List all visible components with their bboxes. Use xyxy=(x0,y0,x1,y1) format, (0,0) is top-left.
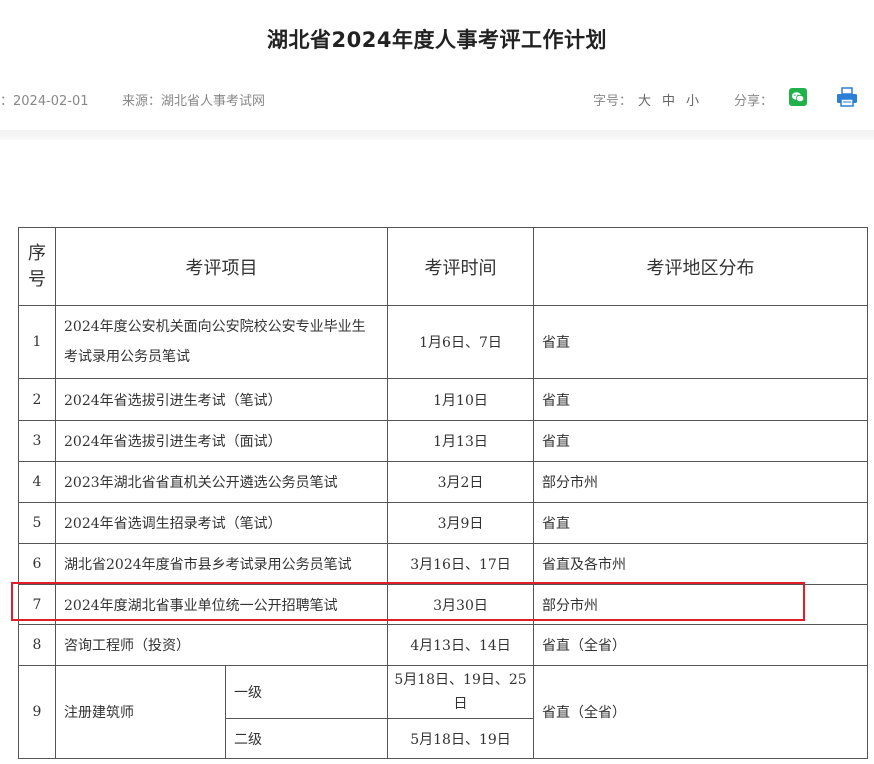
cell-seq: 1 xyxy=(18,305,56,379)
publish-date: ：2024-02-01 xyxy=(0,94,89,109)
exam-plan-table: 序号 考评项目 考评时间 考评地区分布 1 2024年度公安机关面向公安院校公安… xyxy=(18,227,868,759)
header-time: 考评时间 xyxy=(387,227,534,306)
header-divider xyxy=(0,130,874,140)
cell-time: 1月6日、7日 xyxy=(387,305,534,379)
cell-item: 2024年省选拔引进生考试（笔试） xyxy=(55,378,388,421)
cell-seq: 7 xyxy=(18,584,56,625)
cell-item: 注册建筑师 xyxy=(55,665,226,759)
table-row: 1 2024年度公安机关面向公安院校公安专业毕业生考试录用公务员笔试 1月6日、… xyxy=(18,305,868,379)
table-row: 6 湖北省2024年度省市县乡考试录用公务员笔试 3月16日、17日 省直及各市… xyxy=(18,543,868,585)
font-size-small-button[interactable]: 小 xyxy=(686,90,699,109)
table-row: 5 2024年省选调生招录考试（笔试） 3月9日 省直 xyxy=(18,502,868,544)
table-row-highlighted: 7 2024年度湖北省事业单位统一公开招聘笔试 3月30日 部分市州 xyxy=(18,584,868,625)
header-seq: 序号 xyxy=(18,227,56,306)
cell-seq: 3 xyxy=(18,420,56,462)
cell-time: 3月9日 xyxy=(387,502,534,544)
font-size-medium-button[interactable]: 中 xyxy=(662,90,675,109)
page-title: 湖北省2024年度人事考评工作计划 xyxy=(267,28,607,52)
cell-region: 省直 xyxy=(533,502,868,544)
cell-seq: 6 xyxy=(18,543,56,585)
cell-item: 咨询工程师（投资） xyxy=(55,624,388,666)
share-label: 分享： xyxy=(734,94,774,109)
cell-item: 2023年湖北省省直机关公开遴选公务员笔试 xyxy=(55,461,388,503)
cell-region: 省直（全省） xyxy=(533,665,868,759)
table-row: 9 注册建筑师 一级 5月18日、19日、25日 省直（全省） xyxy=(18,665,868,759)
font-size-label: 字号： xyxy=(593,94,633,109)
cell-seq: 8 xyxy=(18,624,56,666)
table-row: 8 咨询工程师（投资） 4月13日、14日 省直（全省） xyxy=(18,624,868,666)
cell-time: 3月16日、17日 xyxy=(387,543,534,585)
wechat-share-icon[interactable] xyxy=(789,88,807,106)
cell-item: 2024年省选拔引进生考试（面试） xyxy=(55,420,388,462)
cell-time: 1月13日 xyxy=(387,420,534,462)
cell-seq: 4 xyxy=(18,461,56,503)
cell-item: 2024年省选调生招录考试（笔试） xyxy=(55,502,388,544)
cell-sub-level: 一级 xyxy=(225,665,388,719)
cell-time: 1月10日 xyxy=(387,378,534,421)
table-row: 3 2024年省选拔引进生考试（面试） 1月13日 省直 xyxy=(18,420,868,462)
cell-seq: 2 xyxy=(18,378,56,421)
cell-region: 省直 xyxy=(533,378,868,421)
table-header-row: 序号 考评项目 考评时间 考评地区分布 xyxy=(18,227,868,306)
cell-time: 5月18日、19日、25日 xyxy=(387,665,534,719)
cell-region: 部分市州 xyxy=(533,584,868,625)
cell-time: 4月13日、14日 xyxy=(387,624,534,666)
cell-region: 省直（全省） xyxy=(533,624,868,666)
cell-time: 3月30日 xyxy=(387,584,534,625)
cell-item: 2024年度公安机关面向公安院校公安专业毕业生考试录用公务员笔试 xyxy=(55,305,388,379)
cell-seq: 5 xyxy=(18,502,56,544)
cell-region: 省直 xyxy=(533,305,868,379)
article-source: 来源：湖北省人事考试网 xyxy=(122,94,266,109)
font-size-large-button[interactable]: 大 xyxy=(638,90,651,109)
cell-time: 3月2日 xyxy=(387,461,534,503)
cell-seq: 9 xyxy=(18,665,56,759)
cell-region: 省直 xyxy=(533,420,868,462)
cell-region: 部分市州 xyxy=(533,461,868,503)
cell-time: 5月18日、19日 xyxy=(387,718,534,759)
table-row: 2 2024年省选拔引进生考试（笔试） 1月10日 省直 xyxy=(18,378,868,421)
cell-item: 2024年度湖北省事业单位统一公开招聘笔试 xyxy=(55,584,388,625)
header-region: 考评地区分布 xyxy=(533,227,868,306)
print-icon[interactable] xyxy=(836,86,858,108)
cell-region: 省直及各市州 xyxy=(533,543,868,585)
article-meta-bar: ：2024-02-01 来源：湖北省人事考试网 字号： 大 中 小 分享： xyxy=(0,86,874,110)
cell-item: 湖北省2024年度省市县乡考试录用公务员笔试 xyxy=(55,543,388,585)
cell-sub-level: 二级 xyxy=(225,718,388,759)
table-row: 4 2023年湖北省省直机关公开遴选公务员笔试 3月2日 部分市州 xyxy=(18,461,868,503)
header-item: 考评项目 xyxy=(55,227,388,306)
